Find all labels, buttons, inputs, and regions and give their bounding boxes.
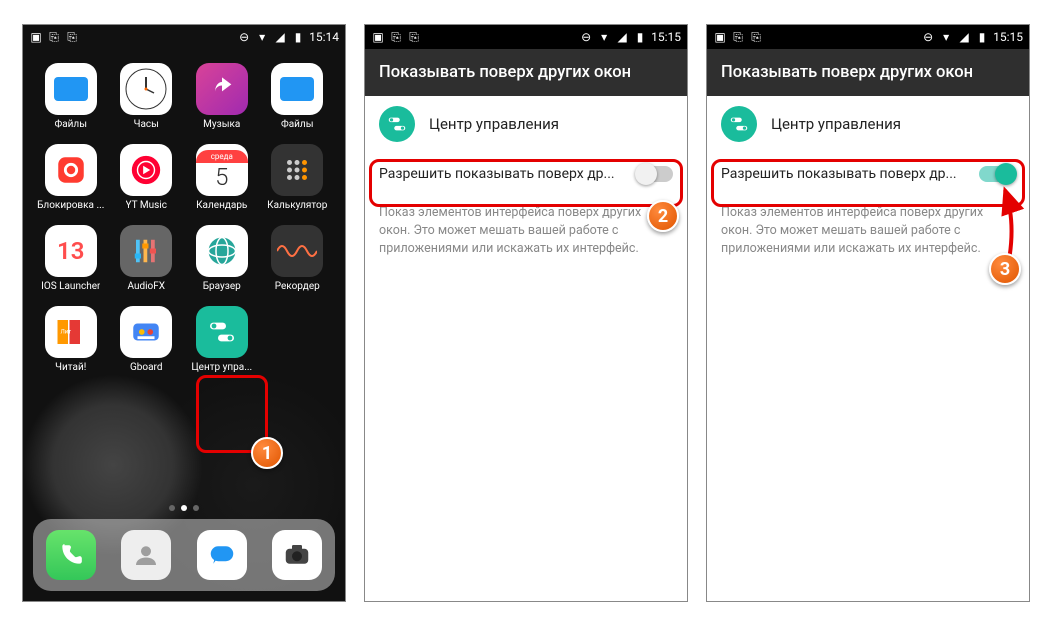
clock-text: 15:14 xyxy=(309,30,339,44)
page-dot-active xyxy=(181,505,187,511)
wifi-icon: ▾ xyxy=(939,30,953,44)
dock-contacts[interactable] xyxy=(121,530,171,580)
dock-camera[interactable] xyxy=(272,530,322,580)
gboard-icon xyxy=(120,306,172,358)
step-badge-3: 3 xyxy=(989,253,1021,285)
app-ytmusic[interactable]: YT Music xyxy=(109,144,185,211)
app-browser[interactable]: Браузер xyxy=(184,225,260,292)
cast-icon-2: ⎘ xyxy=(65,30,79,44)
settings-title: Показывать поверх других окон xyxy=(365,49,687,96)
screenshot-icon: ▣ xyxy=(29,30,43,44)
phone-settings-on: ▣ ⎘ ⎘ ⊖ ▾ ◢ ▮ 15:15 Показывать поверх др… xyxy=(706,24,1030,602)
folder-icon xyxy=(271,63,323,115)
permission-label: Разрешить показывать поверх др... xyxy=(379,166,629,182)
home-wallpaper: ▣ ⎘ ⎘ ⊖ ▾ ◢ ▮ 15:14 Файлы Часы Музыка Фа… xyxy=(23,25,345,601)
control-center-icon xyxy=(721,106,757,142)
screenshot-icon: ▣ xyxy=(713,30,727,44)
app-name: Центр управления xyxy=(429,115,559,133)
recorder-icon xyxy=(271,225,323,277)
screenshot-icon: ▣ xyxy=(371,30,385,44)
app-clock[interactable]: Часы xyxy=(109,63,185,130)
app-recorder[interactable]: Рекордер xyxy=(260,225,336,292)
permission-label: Разрешить показывать поверх др... xyxy=(721,166,971,182)
cast-icon: ⎘ xyxy=(731,30,745,44)
step-badge-1: 1 xyxy=(251,437,283,469)
folder-icon xyxy=(45,63,97,115)
wifi-icon: ▾ xyxy=(597,30,611,44)
status-bar: ▣ ⎘ ⎘ ⊖ ▾ ◢ ▮ 15:14 xyxy=(23,25,345,49)
status-bar: ▣ ⎘ ⎘ ⊖ ▾ ◢ ▮ 15:15 xyxy=(707,25,1029,49)
lock-icon xyxy=(45,144,97,196)
permission-row[interactable]: Разрешить показывать поверх др... xyxy=(707,152,1029,196)
dnd-icon: ⊖ xyxy=(921,30,935,44)
app-control-center[interactable]: Центр упра... xyxy=(184,306,260,373)
app-info-row: Центр управления xyxy=(707,96,1029,152)
dock xyxy=(33,519,335,591)
phone-settings-off: ▣ ⎘ ⎘ ⊖ ▾ ◢ ▮ 15:15 Показывать поверх др… xyxy=(364,24,688,602)
app-read[interactable]: ЛитЧитай! xyxy=(33,306,109,373)
app-calculator[interactable]: Калькулятор xyxy=(260,144,336,211)
clock-icon xyxy=(120,63,172,115)
audiofx-icon xyxy=(120,225,172,277)
app-grid: Файлы Часы Музыка Файлы Блокировка ... Y… xyxy=(23,49,345,373)
overlay-toggle-on[interactable] xyxy=(979,166,1015,182)
wifi-icon: ▾ xyxy=(255,30,269,44)
app-files-1[interactable]: Файлы xyxy=(33,63,109,130)
calculator-icon xyxy=(271,144,323,196)
signal-icon: ◢ xyxy=(273,30,287,44)
read-icon: Лит xyxy=(45,306,97,358)
app-files-2[interactable]: Файлы xyxy=(260,63,336,130)
svg-text:Лит: Лит xyxy=(60,329,71,336)
dock-phone[interactable] xyxy=(46,530,96,580)
battery-icon: ▮ xyxy=(975,30,989,44)
ytmusic-icon xyxy=(120,144,172,196)
cast-icon: ⎘ xyxy=(47,30,61,44)
permission-row[interactable]: Разрешить показывать поверх др... xyxy=(365,152,687,196)
battery-icon: ▮ xyxy=(633,30,647,44)
overlay-toggle-off[interactable] xyxy=(637,166,673,182)
clock-text: 15:15 xyxy=(993,30,1023,44)
settings-title: Показывать поверх других окон xyxy=(707,49,1029,96)
ios13-icon: 13 xyxy=(45,225,97,277)
signal-icon: ◢ xyxy=(957,30,971,44)
app-audiofx[interactable]: AudioFX xyxy=(109,225,185,292)
status-bar: ▣ ⎘ ⎘ ⊖ ▾ ◢ ▮ 15:15 xyxy=(365,25,687,49)
phone-home-screen: ▣ ⎘ ⎘ ⊖ ▾ ◢ ▮ 15:14 Файлы Часы Музыка Фа… xyxy=(22,24,346,602)
step-badge-2: 2 xyxy=(647,200,679,232)
app-lock[interactable]: Блокировка ... xyxy=(33,144,109,211)
control-center-icon xyxy=(379,106,415,142)
cast-icon: ⎘ xyxy=(389,30,403,44)
page-dot xyxy=(169,505,175,511)
browser-icon xyxy=(196,225,248,277)
cast-icon-2: ⎘ xyxy=(749,30,763,44)
control-center-icon xyxy=(196,306,248,358)
permission-description: Показ элементов интерфейса поверх других… xyxy=(707,196,1029,266)
app-calendar[interactable]: среда5Календарь xyxy=(184,144,260,211)
calendar-icon: среда5 xyxy=(196,144,248,196)
clock-text: 15:15 xyxy=(651,30,681,44)
cast-icon-2: ⎘ xyxy=(407,30,421,44)
music-icon xyxy=(196,63,248,115)
app-music[interactable]: Музыка xyxy=(184,63,260,130)
app-gboard[interactable]: Gboard xyxy=(109,306,185,373)
permission-description: Показ элементов интерфейса поверх других… xyxy=(365,196,687,266)
app-info-row: Центр управления xyxy=(365,96,687,152)
page-dot xyxy=(193,505,199,511)
app-name: Центр управления xyxy=(771,115,901,133)
signal-icon: ◢ xyxy=(615,30,629,44)
dock-messages[interactable] xyxy=(197,530,247,580)
app-ios-launcher[interactable]: 13IOS Launcher xyxy=(33,225,109,292)
battery-icon: ▮ xyxy=(291,30,305,44)
dnd-icon: ⊖ xyxy=(237,30,251,44)
dnd-icon: ⊖ xyxy=(579,30,593,44)
page-indicator[interactable] xyxy=(23,505,345,511)
